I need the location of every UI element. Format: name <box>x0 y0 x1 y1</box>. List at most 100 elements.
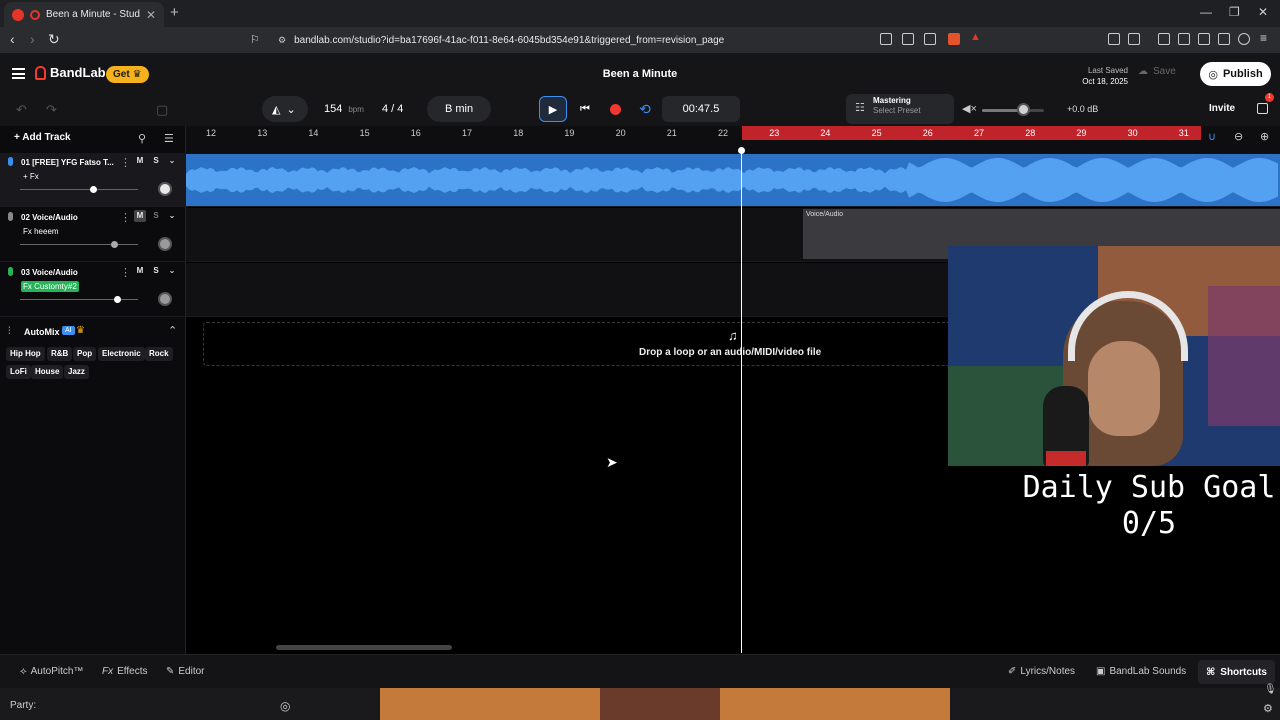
mute-button[interactable]: M <box>134 210 146 222</box>
speaker-mute-icon[interactable]: ◀× <box>962 102 977 115</box>
track-pan-knob[interactable] <box>158 182 172 196</box>
genre-pop[interactable]: Pop <box>73 347 97 361</box>
get-membership-button[interactable]: Get ♛ <box>106 66 149 83</box>
invite-button[interactable]: Invite <box>1209 103 1235 114</box>
master-volume-slider[interactable] <box>982 109 1044 112</box>
key-selector[interactable]: B min <box>427 96 491 122</box>
audio-clip-1[interactable] <box>186 154 1280 206</box>
track-pan-knob[interactable] <box>158 292 172 306</box>
timeline-ruler[interactable]: 12 13 14 15 16 17 18 19 20 21 22 23 24 25 26 27 28 29 30 31… <box>186 126 1280 153</box>
gift-icon[interactable] <box>1257 103 1268 114</box>
screen-cast-icon[interactable] <box>902 33 914 45</box>
minimize-icon[interactable]: — <box>1200 5 1212 19</box>
redo-icon[interactable]: ↷ <box>46 102 57 118</box>
track-more-icon[interactable]: ⋮ <box>120 156 131 169</box>
track-fx[interactable]: Fx Customty#2 <box>21 281 79 292</box>
window-close-icon[interactable]: ✕ <box>1258 5 1268 19</box>
track-more-icon[interactable]: ⋮ <box>120 211 131 224</box>
lyrics-notes-button[interactable]: ✐ Lyrics/Notes <box>1008 666 1075 677</box>
tempo-field[interactable]: 154 bpm <box>314 96 370 122</box>
bandlab-sounds-button[interactable]: ▣ BandLab Sounds <box>1096 666 1186 677</box>
effects-button[interactable]: Fx Effects <box>102 666 148 677</box>
loop-button[interactable]: ⟲ <box>631 96 659 122</box>
bandlab-logo[interactable]: BandLab <box>35 65 106 80</box>
snap-magnet-icon[interactable]: ∪ <box>1208 130 1216 143</box>
mic-icon[interactable]: 🎙 <box>1264 684 1277 695</box>
brave-rewards-icon[interactable]: ▲ <box>970 31 982 43</box>
restore-icon[interactable]: ❐ <box>1229 5 1240 19</box>
site-info-icon[interactable]: ⚙ <box>278 35 286 46</box>
autopitch-button[interactable]: ⟡ AutoPitch™ <box>20 666 83 677</box>
chevron-down-icon[interactable]: ⌄ <box>166 265 178 277</box>
save-button[interactable]: ☁ Save <box>1138 66 1176 77</box>
track-fx[interactable]: + Fx <box>21 171 41 182</box>
tools-icon[interactable]: ⚲ <box>138 132 146 145</box>
track-fx[interactable]: Fx heeem <box>21 226 61 237</box>
genre-hip-hop[interactable]: Hip Hop <box>6 347 45 361</box>
media-icon[interactable] <box>1158 33 1170 45</box>
genre-rock[interactable]: Rock <box>145 347 173 361</box>
chat-emote-icon[interactable]: ◎ <box>280 699 290 713</box>
hamburger-menu-icon[interactable] <box>12 68 25 79</box>
brave-shields-icon[interactable] <box>948 33 960 45</box>
mixer-view-icon[interactable]: ▢ <box>156 102 168 118</box>
menu-icon[interactable]: ≡ <box>1260 31 1267 45</box>
settings-icon[interactable]: ⚙ <box>1263 702 1273 715</box>
track-settings-icon[interactable]: ☰ <box>164 132 174 145</box>
drop-zone[interactable] <box>203 322 963 366</box>
leo-ai-icon[interactable] <box>1218 33 1230 45</box>
add-track-button[interactable]: + Add Track <box>14 132 71 143</box>
share-icon[interactable] <box>924 33 936 45</box>
track-header-1[interactable]: 01 [FREE] YFG Fatso T... + Fx ⋮ M S ⌄ <box>0 153 186 207</box>
mute-button[interactable]: M <box>134 155 146 167</box>
genre-jazz[interactable]: Jazz <box>64 365 89 379</box>
track-volume-knob[interactable] <box>111 241 119 248</box>
track-header-2[interactable]: 02 Voice/Audio Fx heeem ⋮ M S ⌄ <box>0 208 186 262</box>
record-button[interactable] <box>601 96 629 122</box>
play-button[interactable]: ▶ <box>539 96 567 122</box>
track-volume-slider[interactable] <box>20 189 138 190</box>
metronome-toggle[interactable]: ◭ ⌄ <box>262 96 308 122</box>
track-pan-knob[interactable] <box>158 237 172 251</box>
vpn-icon[interactable] <box>1238 33 1250 45</box>
master-volume-knob[interactable] <box>1017 103 1030 116</box>
close-tab-icon[interactable]: ✕ <box>146 8 156 22</box>
mute-button[interactable]: M <box>134 265 146 277</box>
new-tab-icon[interactable]: + <box>170 4 179 21</box>
chevron-down-icon[interactable]: ⌄ <box>166 210 178 222</box>
track-volume-slider[interactable] <box>20 244 138 245</box>
reader-mode-icon[interactable] <box>880 33 892 45</box>
reload-icon[interactable]: ↻ <box>48 31 60 48</box>
editor-button[interactable]: ✎ Editor <box>166 666 205 677</box>
wallet-icon[interactable] <box>1198 33 1210 45</box>
track-volume-knob[interactable] <box>113 296 121 303</box>
zoom-out-icon[interactable]: ⊖ <box>1234 130 1243 143</box>
shortcuts-button[interactable]: ⌘ Shortcuts <box>1198 660 1275 684</box>
genre-house[interactable]: House <box>31 365 64 379</box>
browser-tab[interactable]: Been a Minute - Studio ✕ <box>4 2 164 27</box>
chevron-up-icon[interactable]: ⌃ <box>168 324 177 337</box>
skip-to-start-button[interactable]: ⏮ <box>571 96 599 122</box>
bookmark-icon[interactable]: ⚐ <box>250 33 260 46</box>
solo-button[interactable]: S <box>150 155 162 167</box>
track-name[interactable]: 02 Voice/Audio <box>21 213 78 222</box>
extensions-icon[interactable] <box>1108 33 1120 45</box>
project-title[interactable]: Been a Minute <box>540 68 740 80</box>
track-more-icon[interactable]: ⋮ <box>120 266 131 279</box>
mastering-button[interactable]: ☷ Mastering Select Preset <box>846 94 954 124</box>
track-name[interactable]: 01 [FREE] YFG Fatso T... <box>21 158 114 167</box>
playhead[interactable] <box>741 150 742 653</box>
sidebar-icon[interactable] <box>1178 33 1190 45</box>
track-lane-1[interactable] <box>186 153 1280 207</box>
solo-button[interactable]: S <box>150 265 162 277</box>
horizontal-scrollbar[interactable] <box>276 645 452 650</box>
back-icon[interactable]: ‹ <box>10 31 15 47</box>
undo-icon[interactable]: ↶ <box>16 102 27 118</box>
publish-button[interactable]: ◎ Publish <box>1200 62 1271 86</box>
time-signature-field[interactable]: 4 / 4 <box>372 96 418 122</box>
track-header-3[interactable]: 03 Voice/Audio Fx Customty#2 ⋮ M S ⌄ <box>0 263 186 317</box>
downloads-icon[interactable] <box>1128 33 1140 45</box>
track-name[interactable]: 03 Voice/Audio <box>21 268 78 277</box>
genre-lofi[interactable]: LoFi <box>6 365 31 379</box>
solo-button[interactable]: S <box>150 210 162 222</box>
